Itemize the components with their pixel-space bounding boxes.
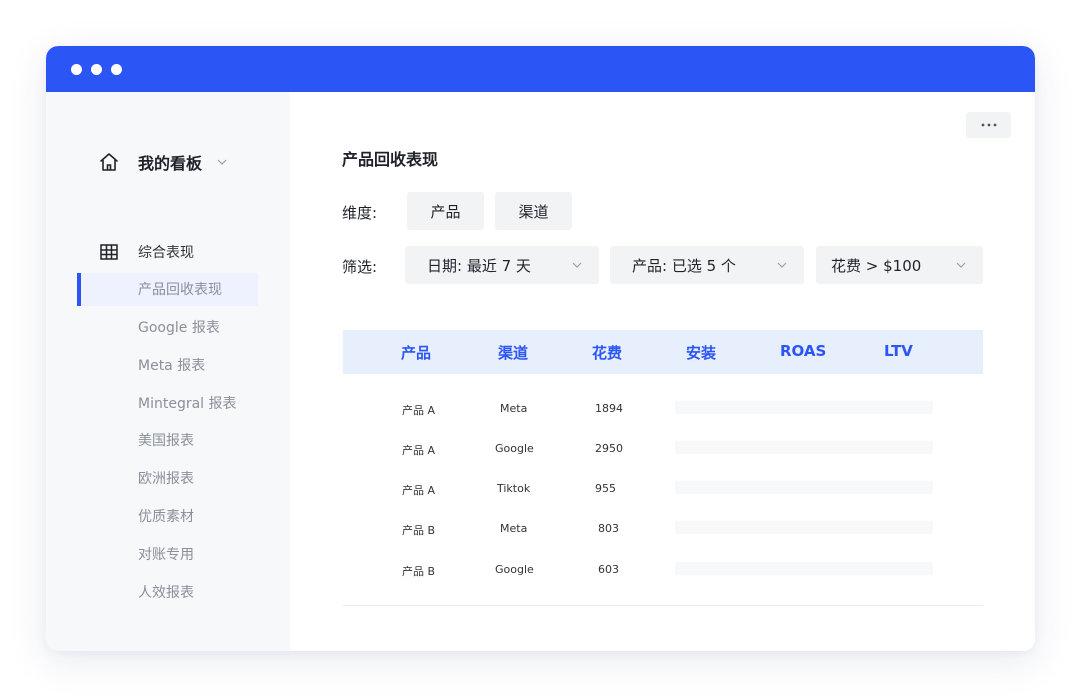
sidebar-item-quality-creatives[interactable]: 优质素材 (138, 507, 194, 527)
app-window: 我的看板 综合表现 产品回收表现 Google 报表 Meta 报表 Minte… (46, 46, 1035, 651)
cell-spend: 603 (598, 563, 619, 576)
cell-channel: Meta (500, 402, 528, 415)
sidebar: 我的看板 综合表现 产品回收表现 Google 报表 Meta 报表 Minte… (46, 92, 290, 651)
chevron-down-icon (777, 262, 787, 268)
date-filter-value: 日期: 最近 7 天 (427, 256, 531, 275)
column-header-ltv[interactable]: LTV (884, 342, 913, 360)
cell-spend: 1894 (595, 402, 623, 415)
spend-filter-value: 花费 > $100 (831, 256, 922, 275)
board-selector[interactable]: 我的看板 (98, 150, 228, 174)
cell-placeholder-bar (675, 401, 933, 414)
cell-product: 产品 B (402, 524, 436, 537)
window-dot-icon[interactable] (111, 64, 122, 75)
more-dots-icon (981, 123, 996, 127)
sidebar-item-us-report[interactable]: 美国报表 (138, 431, 194, 451)
sidebar-item-mintegral-report[interactable]: Mintegral 报表 (138, 394, 237, 414)
chevron-down-icon (217, 159, 227, 165)
table-header: 产品 渠道 花费 安装 ROAS LTV (343, 330, 983, 374)
cell-placeholder-bar (675, 521, 933, 534)
sidebar-item-google-report[interactable]: Google 报表 (138, 318, 220, 338)
cell-spend: 955 (595, 482, 616, 495)
cell-product: 产品 A (402, 404, 436, 417)
home-icon (100, 153, 118, 171)
window-dot-icon[interactable] (71, 64, 82, 75)
cell-channel: Meta (500, 522, 528, 535)
cell-spend: 803 (598, 522, 619, 535)
sidebar-group-label: 综合表现 (138, 245, 194, 261)
cell-product: 产品 A (402, 444, 436, 457)
window-dot-icon[interactable] (91, 64, 102, 75)
sidebar-item-europe-report[interactable]: 欧洲报表 (138, 469, 194, 489)
sidebar-item-efficiency-report[interactable]: 人效报表 (138, 583, 194, 603)
dimension-chip-product[interactable]: 产品 (407, 192, 484, 230)
main-panel: 产品回收表现 维度: 产品 渠道 筛选: 日期: 最近 7 天 产品: 已选 5… (290, 92, 1035, 651)
cell-placeholder-bar (675, 481, 933, 494)
dimension-label: 维度: (342, 204, 378, 222)
filter-label: 筛选: (342, 258, 378, 276)
sidebar-item-product-recovery[interactable]: 产品回收表现 (138, 280, 222, 300)
board-title: 我的看板 (138, 154, 203, 173)
sidebar-group-overview[interactable]: 综合表现 (100, 242, 194, 262)
cell-channel: Tiktok (497, 482, 531, 495)
cell-spend: 2950 (595, 442, 623, 455)
column-header-roas[interactable]: ROAS (780, 342, 826, 360)
column-header-installs[interactable]: 安装 (686, 342, 716, 363)
product-filter-select[interactable]: 产品: 已选 5 个 (610, 246, 804, 284)
cell-channel: Google (495, 563, 534, 576)
column-header-channel[interactable]: 渠道 (498, 342, 528, 363)
table-grid-icon (100, 244, 118, 260)
column-header-spend[interactable]: 花费 (592, 342, 622, 363)
dimension-chip-channel[interactable]: 渠道 (495, 192, 572, 230)
chevron-down-icon (572, 262, 582, 268)
spend-filter-select[interactable]: 花费 > $100 (816, 246, 983, 284)
cell-placeholder-bar (675, 562, 933, 575)
cell-product: 产品 B (402, 565, 436, 578)
sidebar-item-meta-report[interactable]: Meta 报表 (138, 356, 205, 376)
cell-placeholder-bar (675, 441, 933, 454)
table-bottom-border (343, 605, 983, 606)
sidebar-item-reconciliation[interactable]: 对账专用 (138, 545, 194, 565)
active-item-indicator (77, 273, 81, 306)
more-options-button[interactable] (966, 112, 1011, 138)
chevron-down-icon (956, 262, 966, 268)
cell-product: 产品 A (402, 484, 436, 497)
product-filter-value: 产品: 已选 5 个 (632, 256, 736, 275)
title-bar (46, 46, 1035, 92)
page-title: 产品回收表现 (342, 150, 439, 169)
cell-channel: Google (495, 442, 534, 455)
column-header-product[interactable]: 产品 (401, 342, 431, 363)
date-filter-select[interactable]: 日期: 最近 7 天 (405, 246, 599, 284)
